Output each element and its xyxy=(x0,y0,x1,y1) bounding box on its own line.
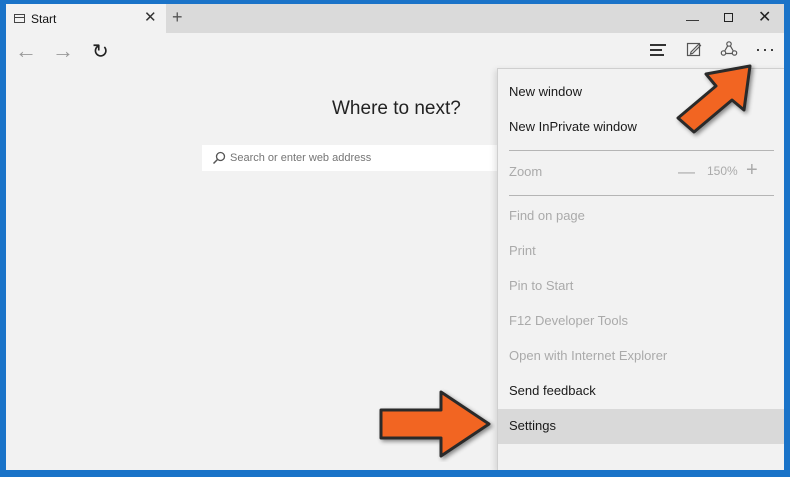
tab-close-icon[interactable]: ✕ xyxy=(144,10,157,26)
maximize-button[interactable] xyxy=(724,13,733,22)
menu-item-label: Settings xyxy=(509,418,556,433)
menu-item-label: Find on page xyxy=(509,208,585,223)
menu-item-label: Open with Internet Explorer xyxy=(509,348,668,363)
menu-item-label: New window xyxy=(509,84,582,99)
minimize-button[interactable]: — xyxy=(686,12,699,27)
menu-divider xyxy=(509,150,774,151)
page-heading: Where to next? xyxy=(332,98,461,119)
search-icon xyxy=(212,151,226,165)
menu-item-print[interactable]: Print xyxy=(498,234,784,269)
menu-item-open-with-ie[interactable]: Open with Internet Explorer xyxy=(498,339,784,374)
refresh-button[interactable]: ↻ xyxy=(92,39,109,64)
menu-item-label: Send feedback xyxy=(509,383,596,398)
search-input[interactable] xyxy=(230,145,490,171)
zoom-out-button[interactable]: — xyxy=(678,162,695,182)
menu-item-zoom: Zoom — 150% + xyxy=(498,155,784,190)
search-box[interactable] xyxy=(202,145,502,171)
menu-item-pin-to-start[interactable]: Pin to Start xyxy=(498,269,784,304)
hub-icon[interactable] xyxy=(650,44,666,59)
web-note-icon[interactable] xyxy=(686,41,702,57)
zoom-label: Zoom xyxy=(509,164,543,179)
tab-start[interactable]: Start ✕ xyxy=(6,4,166,33)
menu-item-find-on-page[interactable]: Find on page xyxy=(498,199,784,234)
menu-item-label: Print xyxy=(509,243,536,258)
menu-item-developer-tools[interactable]: F12 Developer Tools xyxy=(498,304,784,339)
forward-button[interactable]: → xyxy=(52,38,74,64)
zoom-in-button[interactable]: + xyxy=(746,159,758,182)
menu-item-send-feedback[interactable]: Send feedback xyxy=(498,374,784,409)
zoom-level: 150% xyxy=(707,164,738,178)
tab-bar: Start ✕ + — ✕ xyxy=(6,4,784,33)
arrow-pointing-to-settings xyxy=(379,390,491,458)
menu-item-label: F12 Developer Tools xyxy=(509,313,628,328)
navigation-bar: ← → ↻ ··· xyxy=(6,33,784,69)
menu-item-label: Pin to Start xyxy=(509,278,574,293)
back-button[interactable]: ← xyxy=(15,38,37,64)
arrow-pointing-to-more-icon xyxy=(676,64,752,134)
new-tab-button[interactable]: + xyxy=(172,7,183,27)
menu-divider xyxy=(509,195,774,196)
more-actions-button[interactable]: ··· xyxy=(755,39,776,60)
share-icon[interactable] xyxy=(720,40,738,58)
menu-item-label: New InPrivate window xyxy=(509,119,637,134)
menu-item-settings[interactable]: Settings xyxy=(498,409,784,444)
page-icon xyxy=(14,14,25,23)
tab-title: Start xyxy=(31,12,57,26)
close-window-button[interactable]: ✕ xyxy=(758,10,771,26)
